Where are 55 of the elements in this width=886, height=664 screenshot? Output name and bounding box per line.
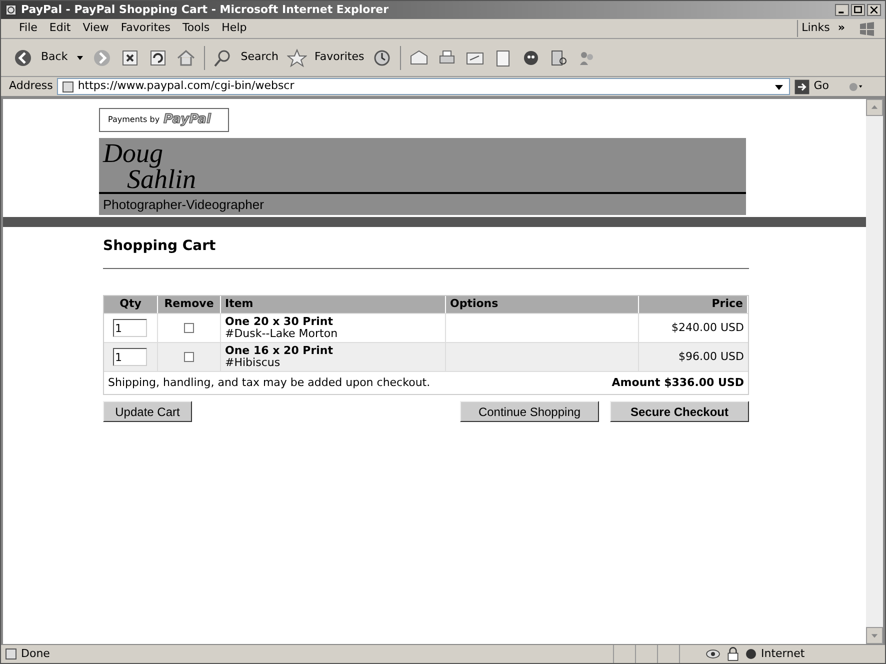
menu-item[interactable]: View bbox=[76, 20, 115, 37]
page-icon bbox=[5, 648, 17, 660]
item-subtitle: #Dusk--Lake Morton bbox=[225, 328, 339, 340]
go-button[interactable]: Go bbox=[814, 78, 841, 95]
browser-icon bbox=[5, 4, 17, 16]
item-title: One 20 x 30 Print bbox=[225, 316, 334, 328]
caret-icon[interactable] bbox=[76, 54, 84, 62]
page-icon bbox=[62, 80, 74, 92]
quantity-field[interactable]: 1 bbox=[113, 319, 147, 337]
home-icon[interactable] bbox=[176, 48, 196, 68]
paypal-logo: PayPal bbox=[164, 111, 212, 130]
page-heading: Shopping Cart bbox=[103, 236, 749, 269]
menu-item[interactable]: Tools bbox=[176, 20, 216, 37]
refresh-icon[interactable] bbox=[148, 48, 168, 68]
stop-icon[interactable] bbox=[120, 48, 140, 68]
maximize-icon[interactable] bbox=[851, 4, 865, 16]
item-subtitle: #Hibiscus bbox=[225, 357, 282, 369]
address-label: Address bbox=[9, 78, 53, 94]
minimize-icon[interactable] bbox=[835, 4, 849, 16]
chevron-label[interactable]: » bbox=[834, 20, 849, 37]
favorites-button[interactable]: Favorites bbox=[314, 49, 364, 66]
status-text: Done bbox=[21, 646, 51, 662]
globe-icon bbox=[745, 648, 757, 660]
continue-shopping-button[interactable]: Continue Shopping bbox=[460, 401, 599, 422]
shipping-note: Shipping, handling, and tax may be added upon checkout. bbox=[108, 374, 430, 391]
badge-prefix: Payments by bbox=[108, 114, 160, 126]
research-icon[interactable] bbox=[549, 48, 570, 68]
item-title: One 16 x 20 Print bbox=[225, 345, 334, 357]
star-icon[interactable] bbox=[286, 48, 307, 68]
quantity-field[interactable]: 1 bbox=[113, 348, 147, 366]
security-zone: Internet bbox=[761, 646, 806, 662]
mail-icon[interactable] bbox=[409, 48, 430, 68]
links-button[interactable]: Links bbox=[796, 20, 834, 37]
address-field[interactable]: https://www.paypal.com/cgi-bin/webscr bbox=[56, 78, 790, 95]
windows-logo-icon bbox=[857, 20, 877, 36]
update-cart-button[interactable]: Update Cart bbox=[103, 401, 192, 422]
menu-item[interactable]: Help bbox=[216, 20, 253, 37]
menu-item[interactable]: Edit bbox=[43, 20, 77, 37]
menu-item[interactable]: File bbox=[13, 20, 44, 37]
close-icon[interactable] bbox=[867, 4, 881, 16]
menu-item[interactable]: Favorites bbox=[114, 20, 177, 37]
total-amount: Amount $336.00 USD bbox=[612, 374, 744, 391]
search-button[interactable]: Search bbox=[240, 49, 279, 66]
address-text: https://www.paypal.com/cgi-bin/webscr bbox=[78, 78, 294, 94]
secure-checkout-button[interactable]: Secure Checkout bbox=[610, 401, 749, 422]
remove-checkbox[interactable] bbox=[184, 323, 194, 333]
banner-tagline: Photographer-Videographer bbox=[103, 196, 264, 214]
remove-checkbox[interactable] bbox=[184, 352, 194, 362]
back-button[interactable]: Back bbox=[41, 49, 68, 66]
padlock-icon[interactable] bbox=[725, 646, 741, 662]
window-title: PayPal - PayPal Shopping Cart - Microsoft Internet Explorer bbox=[21, 2, 390, 18]
price-cell-text: $240.00 USD bbox=[670, 320, 745, 336]
price-cell-text: $96.00 USD bbox=[678, 348, 745, 365]
history-icon[interactable] bbox=[372, 48, 392, 68]
banner-first-name: Doug bbox=[102, 138, 164, 166]
